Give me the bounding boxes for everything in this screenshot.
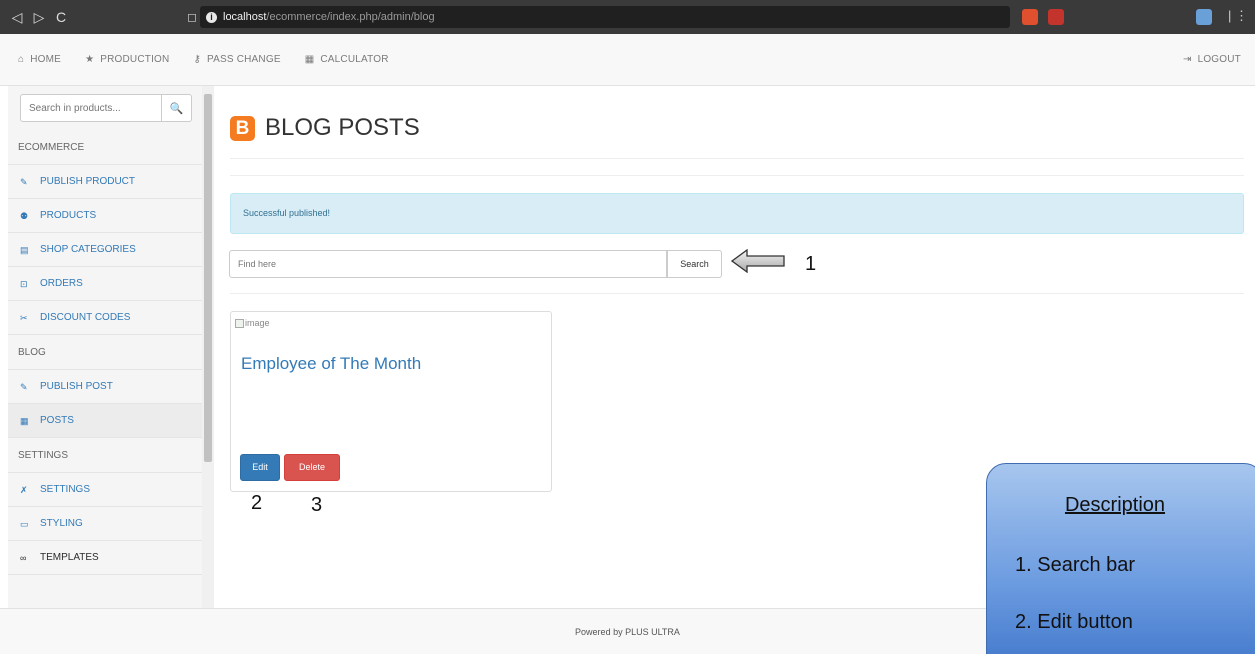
sidebar-scroll-thumb[interactable]	[204, 94, 212, 462]
sidebar-item-publish-product[interactable]: ✎ PUBLISH PRODUCT	[8, 165, 202, 199]
sidebar-item-label: PUBLISH PRODUCT	[40, 175, 136, 187]
sidebar-item-discount-codes[interactable]: ✂ DISCOUNT CODES	[8, 301, 202, 335]
description-callout: Description 1. Search bar 2. Edit button	[986, 463, 1255, 654]
home-icon: ⌂	[18, 54, 25, 65]
annotation-number-1: 1	[805, 253, 817, 275]
sidebar-item-orders[interactable]: ⊡ ORDERS	[8, 267, 202, 301]
sidebar-item-styling[interactable]: ▭ STYLING	[8, 507, 202, 541]
browser-toolbar: ◁ ▷ C ◻ i localhost/ecommerce/index.php/…	[0, 0, 1255, 34]
success-alert: Successful published!	[230, 193, 1244, 234]
page-title: B BLOG POSTS	[230, 114, 420, 142]
description-item-1: 1. Search bar	[1015, 554, 1136, 576]
logout-link[interactable]: ⇥ LOGOUT	[1183, 54, 1241, 65]
annotation-arrow-icon	[731, 249, 785, 273]
sidebar-item-label: STYLING	[40, 517, 83, 529]
blogger-icon: B	[230, 115, 255, 141]
forward-icon[interactable]: ▷	[28, 9, 50, 26]
reload-icon[interactable]: C	[50, 9, 72, 25]
nav-calculator-label: CALCULATOR	[320, 54, 389, 65]
product-search-button[interactable]: 🔍	[162, 94, 192, 122]
blog-search-input[interactable]	[229, 250, 667, 278]
edit-icon: ✎	[20, 381, 28, 392]
divider	[230, 158, 1244, 159]
section-blog: BLOG	[8, 335, 202, 370]
search-icon: 🔍	[169, 102, 184, 115]
list-icon: ▤	[20, 244, 29, 255]
sidebar-item-shop-categories[interactable]: ▤ SHOP CATEGORIES	[8, 233, 202, 267]
brave-shield-icon[interactable]	[1022, 9, 1038, 25]
sidebar: 🔍 ECOMMERCE ✎ PUBLISH PRODUCT ⚉ PRODUCTS…	[8, 86, 202, 608]
back-icon[interactable]: ◁	[6, 9, 28, 26]
url-path: /ecommerce/index.php/admin/blog	[266, 11, 435, 23]
delete-button[interactable]: Delete	[284, 454, 340, 481]
sidebar-item-label: TEMPLATES	[40, 551, 99, 563]
sidebar-item-products[interactable]: ⚉ PRODUCTS	[8, 199, 202, 233]
logout-label: LOGOUT	[1197, 54, 1241, 65]
nav-home-label: HOME	[30, 54, 62, 65]
nav-pass-change[interactable]: ⚷ PASS CHANGE	[193, 54, 280, 65]
section-ecommerce: ECOMMERCE	[8, 130, 202, 165]
section-settings: SETTINGS	[8, 438, 202, 473]
description-title: Description	[1064, 494, 1166, 516]
post-image-alt: image	[245, 318, 270, 328]
edit-icon: ✎	[20, 176, 28, 187]
sidebar-item-label: PUBLISH POST	[40, 380, 113, 392]
top-navigation: ⌂ HOME ★ PRODUCTION ⚷ PASS CHANGE ▦ CALC…	[0, 34, 1255, 86]
products-icon: ⚉	[20, 210, 29, 221]
post-title[interactable]: Employee of The Month	[241, 354, 421, 374]
laptop-icon: ▭	[20, 518, 29, 529]
nav-pass-change-label: PASS CHANGE	[207, 54, 281, 65]
annotation-number-2: 2	[251, 492, 263, 514]
url-host: localhost	[223, 11, 267, 23]
description-item-2: 2. Edit button	[1015, 611, 1133, 633]
sidebar-scrollbar[interactable]	[202, 86, 214, 608]
extension-icon[interactable]	[1196, 9, 1212, 25]
nav-calculator[interactable]: ▦ CALCULATOR	[305, 54, 389, 65]
post-image: image	[235, 318, 270, 328]
site-info-icon[interactable]: i	[206, 11, 217, 23]
sidebar-item-settings[interactable]: ✗ SETTINGS	[8, 473, 202, 507]
binoculars-icon: ∞	[20, 552, 27, 563]
sidebar-item-templates[interactable]: ∞ TEMPLATES	[8, 541, 202, 575]
browser-menu-icon[interactable]: | ⋮	[1228, 8, 1248, 24]
bookmark-icon[interactable]: ◻	[187, 10, 197, 24]
wrench-icon: ✗	[20, 484, 28, 495]
calculator-icon: ▦	[304, 54, 315, 65]
sidebar-item-label: SETTINGS	[40, 483, 91, 495]
logout-icon: ⇥	[1182, 54, 1192, 65]
broken-image-icon	[235, 318, 244, 328]
nav-production[interactable]: ★ PRODUCTION	[85, 54, 169, 65]
annotation-number-3: 3	[311, 494, 323, 516]
edit-button[interactable]: Edit	[240, 454, 280, 481]
address-bar[interactable]: i localhost/ecommerce/index.php/admin/bl…	[200, 6, 1010, 28]
sidebar-item-label: ORDERS	[40, 277, 83, 289]
blog-search-button[interactable]: Search	[667, 250, 722, 278]
sidebar-item-publish-post[interactable]: ✎ PUBLISH POST	[8, 370, 202, 404]
sidebar-item-posts[interactable]: ▦ POSTS	[8, 404, 202, 438]
page-title-text: BLOG POSTS	[265, 114, 420, 141]
product-search-input[interactable]	[20, 94, 162, 122]
nav-production-label: PRODUCTION	[100, 54, 170, 65]
blog-post-card: image Employee of The Month Edit Delete	[230, 311, 552, 492]
key-icon: ⚷	[193, 54, 201, 65]
divider	[230, 175, 1244, 176]
sidebar-item-label: POSTS	[40, 414, 74, 426]
star-icon: ★	[85, 54, 95, 65]
sidebar-search: 🔍	[8, 86, 202, 130]
rewards-icon[interactable]	[1048, 9, 1064, 25]
divider	[230, 293, 1244, 294]
tag-icon: ✂	[20, 312, 28, 323]
nav-home[interactable]: ⌂ HOME	[18, 54, 61, 65]
sidebar-item-label: SHOP CATEGORIES	[40, 243, 136, 255]
sidebar-item-label: PRODUCTS	[40, 209, 97, 221]
sidebar-item-label: DISCOUNT CODES	[40, 311, 131, 323]
orders-icon: ⊡	[20, 278, 28, 289]
grid-icon: ▦	[20, 415, 29, 426]
